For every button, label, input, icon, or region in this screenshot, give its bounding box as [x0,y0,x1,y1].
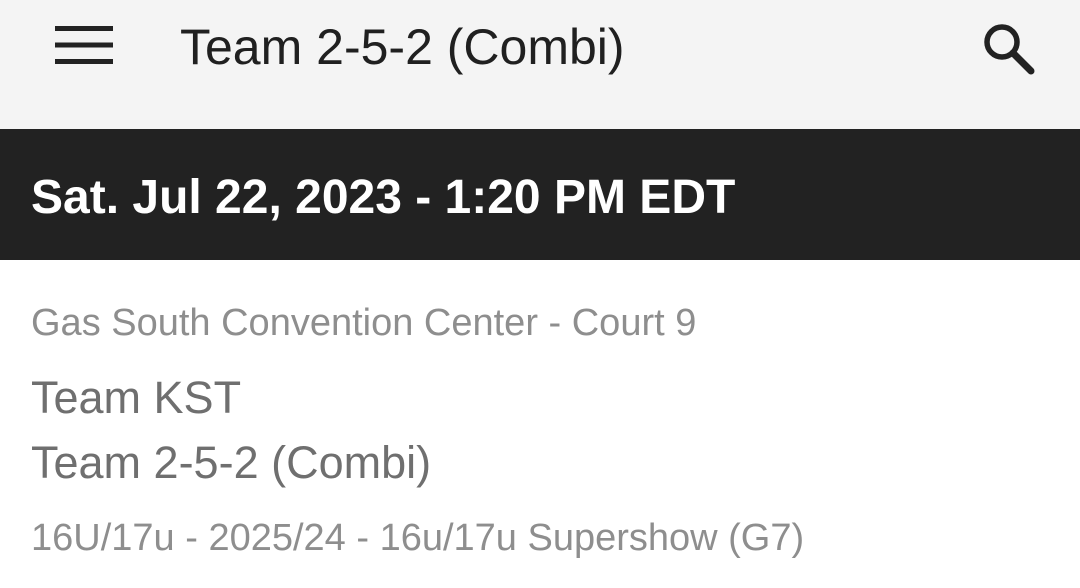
top-app-bar: Team 2-5-2 (Combi) [0,0,1080,129]
team-name-1: Team KST [31,372,242,423]
app-title: Team 2-5-2 (Combi) [180,19,625,75]
game-list-item[interactable]: Gas South Convention Center - Court 9 Te… [0,260,1080,588]
search-icon [984,24,1035,75]
app-screen: Team 2-5-2 (Combi) Sat. Jul 22, 2023 - 1… [0,0,1080,588]
division-event: 16U/17u - 2025/24 - 16u/17u Supershow (G… [31,517,805,559]
menu-icon [55,26,113,64]
venue-court: Gas South Convention Center - Court 9 [31,302,697,344]
team-name-2: Team 2-5-2 (Combi) [31,437,432,488]
search-button[interactable] [968,12,1048,84]
menu-button[interactable] [40,11,128,79]
game-date-time: Sat. Jul 22, 2023 - 1:20 PM EDT [31,171,736,224]
